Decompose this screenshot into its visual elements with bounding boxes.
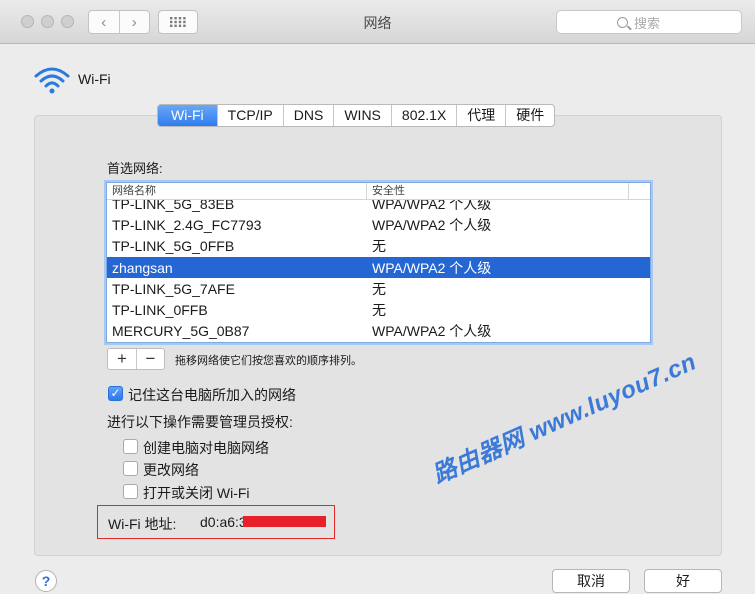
change-networks-checkbox[interactable] bbox=[123, 461, 138, 476]
table-row-selected[interactable]: zhangsan WPA/WPA2 个人级 bbox=[107, 256, 650, 279]
add-network-button[interactable]: + bbox=[108, 349, 136, 369]
tab-dns[interactable]: DNS bbox=[282, 105, 334, 126]
redaction-bar bbox=[243, 516, 326, 527]
network-security: WPA/WPA2 个人级 bbox=[372, 259, 492, 276]
checkmark-icon: ✓ bbox=[110, 386, 121, 400]
interface-title: Wi-Fi bbox=[78, 71, 111, 87]
toggle-wifi-checkbox[interactable] bbox=[123, 484, 138, 499]
cancel-button[interactable]: 取消 bbox=[552, 569, 630, 593]
drag-hint: 拖移网络使它们按您喜欢的顺序排列。 bbox=[175, 355, 362, 367]
tab-proxy[interactable]: 代理 bbox=[456, 105, 505, 126]
network-security: 无 bbox=[372, 238, 386, 255]
table-row[interactable]: TP-LINK_5G_7AFE 无 bbox=[107, 278, 650, 299]
network-name: TP-LINK_2.4G_FC7793 bbox=[112, 216, 262, 233]
table-row[interactable]: TP-LINK_5G_0FFB 无 bbox=[107, 236, 650, 257]
network-name: TP-LINK_5G_7AFE bbox=[112, 280, 235, 297]
wifi-address-value: d0:a6:3 bbox=[200, 514, 247, 530]
table-row[interactable]: TP-LINK_2.4G_FC7793 WPA/WPA2 个人级 bbox=[107, 214, 650, 235]
preferred-networks-table[interactable]: 网络名称 安全性 TP-LINK_5G_83EB WPA/WPA2 个人级 TP-… bbox=[106, 182, 651, 343]
table-row[interactable]: TP-LINK_0FFB 无 bbox=[107, 299, 650, 320]
network-name: TP-LINK_5G_0FFB bbox=[112, 238, 235, 255]
create-computer-network-checkbox[interactable] bbox=[123, 439, 138, 454]
column-header-name[interactable]: 网络名称 bbox=[107, 183, 367, 199]
table-rows: TP-LINK_5G_83EB WPA/WPA2 个人级 TP-LINK_2.4G… bbox=[107, 193, 650, 342]
wifi-icon bbox=[34, 67, 70, 94]
tab-hardware[interactable]: 硬件 bbox=[505, 105, 554, 126]
tab-wins[interactable]: WINS bbox=[333, 105, 391, 126]
table-header: 网络名称 安全性 bbox=[107, 183, 650, 200]
remember-networks-checkbox[interactable]: ✓ bbox=[108, 386, 123, 401]
network-security: WPA/WPA2 个人级 bbox=[372, 323, 492, 340]
help-button[interactable]: ? bbox=[35, 570, 57, 592]
toggle-wifi-label: 打开或关闭 Wi-Fi bbox=[143, 485, 250, 501]
tab-bar: Wi-Fi TCP/IP DNS WINS 802.1X 代理 硬件 bbox=[157, 104, 556, 127]
search-field[interactable]: 搜索 bbox=[556, 10, 742, 34]
network-security: 无 bbox=[372, 302, 386, 319]
wifi-address-label: Wi-Fi 地址: bbox=[108, 516, 177, 532]
preferred-networks-label: 首选网络: bbox=[107, 161, 163, 176]
add-remove-control: + − bbox=[107, 348, 165, 370]
create-computer-network-label: 创建电脑对电脑网络 bbox=[143, 440, 269, 456]
network-name: TP-LINK_0FFB bbox=[112, 302, 208, 319]
title-bar: ‹ › 网络 搜索 bbox=[0, 0, 755, 44]
network-security: WPA/WPA2 个人级 bbox=[372, 216, 492, 233]
search-placeholder: 搜索 bbox=[634, 15, 661, 31]
tab-8021x[interactable]: 802.1X bbox=[390, 105, 456, 126]
network-security: 无 bbox=[372, 280, 386, 297]
admin-required-label: 进行以下操作需要管理员授权: bbox=[107, 414, 293, 430]
column-header-security[interactable]: 安全性 bbox=[367, 183, 629, 199]
tab-wifi[interactable]: Wi-Fi bbox=[158, 105, 217, 126]
network-name: zhangsan bbox=[112, 259, 173, 276]
change-networks-label: 更改网络 bbox=[143, 462, 199, 478]
network-name: MERCURY_5G_0B87 bbox=[112, 323, 250, 340]
remove-network-button[interactable]: − bbox=[136, 349, 164, 369]
tab-tcpip[interactable]: TCP/IP bbox=[216, 105, 283, 126]
ok-button[interactable]: 好 bbox=[644, 569, 722, 593]
remember-networks-label: 记住这台电脑所加入的网络 bbox=[128, 387, 296, 403]
search-icon bbox=[617, 16, 628, 28]
table-row[interactable]: MERCURY_5G_0B87 WPA/WPA2 个人级 bbox=[107, 321, 650, 342]
